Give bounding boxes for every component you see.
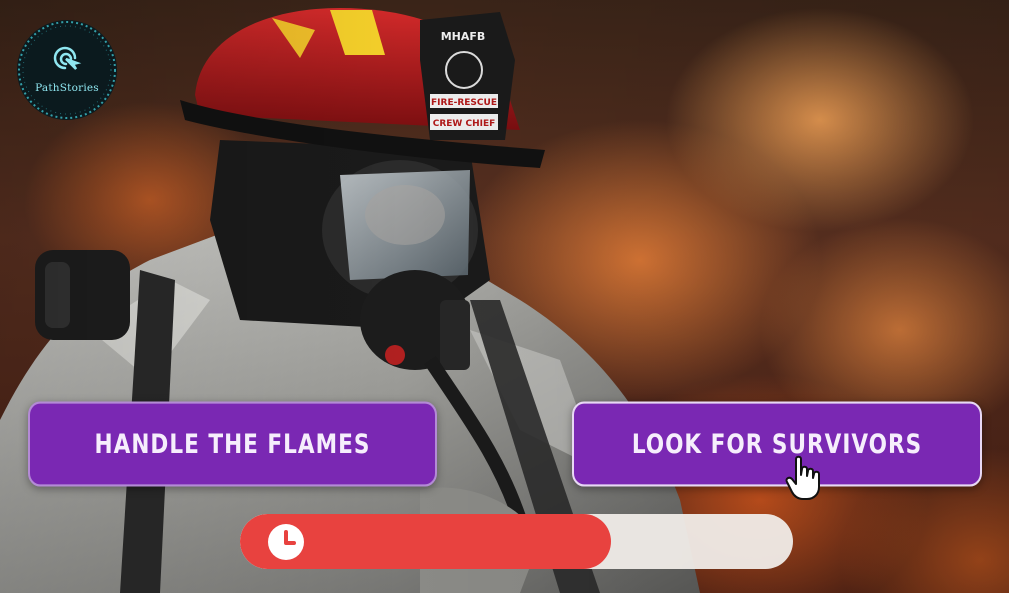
- logo-ring-icon: [17, 20, 117, 120]
- game-scene: MHAFB FIRE-RESCUE CREW CHIEF PathStories…: [0, 0, 1009, 593]
- choice-label: HANDLE THE FLAMES: [94, 428, 371, 460]
- logo-text: PathStories: [35, 82, 99, 94]
- helmet-front-line-1: MHAFB: [441, 30, 486, 43]
- clock-icon: [268, 524, 304, 560]
- choice-label: LOOK FOR SURVIVORS: [631, 428, 923, 460]
- helmet-front-line-2: FIRE-RESCUE: [431, 98, 497, 108]
- hand-cursor-icon: [785, 455, 820, 500]
- handle-the-flames-button[interactable]: HANDLE THE FLAMES: [28, 401, 437, 487]
- helmet-front-line-3: CREW CHIEF: [433, 119, 496, 129]
- look-for-survivors-button[interactable]: LOOK FOR SURVIVORS: [572, 401, 982, 487]
- pathstories-logo: PathStories: [15, 18, 119, 122]
- countdown-timer-bar: [240, 514, 793, 569]
